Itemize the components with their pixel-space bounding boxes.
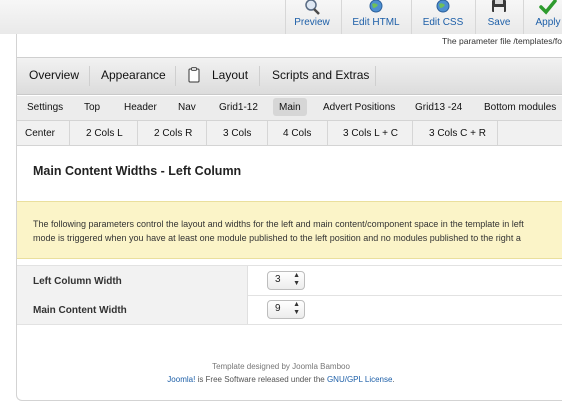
nav-separator (375, 66, 376, 86)
subtab-settings[interactable]: Settings (27, 102, 63, 113)
nav-separator (259, 66, 260, 86)
subnav-separator (497, 121, 498, 145)
toolbar-separator (475, 0, 476, 34)
select-value: 9 (275, 303, 281, 314)
subtab-bottom-modules[interactable]: Bottom modules (484, 102, 556, 113)
subtab-header[interactable]: Header (124, 102, 157, 113)
apply-label: Apply (535, 17, 561, 28)
edit-html-button[interactable]: Edit HTML (346, 0, 406, 34)
subtab-center[interactable]: Center (25, 128, 55, 139)
toolbar: Preview Edit HTML Edit CSS Save Apply (0, 0, 562, 34)
footer-middle-text: is Free Software released under the (195, 375, 327, 384)
subtab-grid1-12[interactable]: Grid1-12 (219, 102, 258, 113)
apply-button[interactable]: Apply (528, 0, 562, 34)
subtab-grid13-24[interactable]: Grid13 -24 (415, 102, 462, 113)
subtab-advert-positions[interactable]: Advert Positions (323, 102, 395, 113)
select-value: 3 (275, 274, 281, 285)
tab-scripts-and-extras[interactable]: Scripts and Extras (272, 68, 369, 82)
magnifier-icon (305, 0, 320, 15)
subnav-separator (69, 121, 70, 145)
layout-subnav: Center 2 Cols L 2 Cols R 3 Cols 4 Cols 3… (17, 121, 562, 146)
footer-end: . (392, 375, 395, 384)
main-content-width-label: Main Content Width (33, 305, 127, 316)
checkmark-icon (539, 0, 557, 15)
main-content-width-select[interactable]: 9 ▲ ▼ (267, 300, 305, 319)
save-button[interactable]: Save (480, 0, 518, 34)
param-label-cell: Left Column Width (17, 266, 248, 295)
left-column-width-label: Left Column Width (33, 276, 122, 287)
select-arrows-icon: ▲ ▼ (293, 301, 300, 316)
preview-button[interactable]: Preview (288, 0, 336, 34)
notice-text: The following parameters control the lay… (33, 217, 562, 245)
subtab-3-cols[interactable]: 3 Cols (223, 128, 251, 139)
footer-license: Joomla! is Free Software released under … (0, 375, 562, 384)
globe-icon (369, 0, 383, 13)
notice-line-2: mode is triggered when you have at least… (33, 233, 521, 243)
save-label: Save (487, 17, 511, 28)
nav-separator (89, 66, 90, 86)
nav-separator (175, 66, 176, 86)
sub-nav: Settings Top Header Nav Grid1-12 Main Ad… (17, 96, 562, 121)
clipboard-icon (188, 67, 200, 83)
subtab-top[interactable]: Top (84, 102, 100, 113)
subtab-3-cols-c-r[interactable]: 3 Cols C + R (429, 128, 486, 139)
edit-css-button[interactable]: Edit CSS (416, 0, 470, 34)
footer-credit: Template designed by Joomla Bamboo (212, 362, 350, 371)
subtab-2-cols-l[interactable]: 2 Cols L (86, 128, 123, 139)
subnav-separator (327, 121, 328, 145)
edit-html-label: Edit HTML (352, 17, 400, 28)
tab-overview[interactable]: Overview (29, 68, 79, 82)
preview-label: Preview (294, 17, 330, 28)
subnav-separator (206, 121, 207, 145)
section-title: Main Content Widths - Left Column (33, 164, 242, 178)
joomla-link[interactable]: Joomla! (167, 375, 195, 384)
subtab-nav[interactable]: Nav (178, 102, 196, 113)
notice-line-1: The following parameters control the lay… (33, 219, 524, 229)
info-notice: The following parameters control the lay… (17, 201, 562, 259)
gnu-gpl-license-link[interactable]: GNU/GPL License (327, 375, 393, 384)
param-row-main-content-width: Main Content Width 9 ▲ ▼ (17, 295, 562, 325)
edit-css-label: Edit CSS (422, 17, 464, 28)
globe-icon (436, 0, 450, 13)
toolbar-separator (341, 0, 342, 34)
left-column-width-select[interactable]: 3 ▲ ▼ (267, 271, 305, 290)
toolbar-separator (285, 0, 286, 34)
subtab-2-cols-r[interactable]: 2 Cols R (154, 128, 192, 139)
select-arrows-icon: ▲ ▼ (293, 272, 300, 287)
subtab-main[interactable]: Main (279, 102, 301, 113)
subnav-separator (412, 121, 413, 145)
main-nav: Overview Appearance Layout Scripts and E… (17, 57, 562, 95)
toolbar-separator (411, 0, 412, 34)
floppy-disk-icon (492, 0, 506, 12)
subtab-4-cols[interactable]: 4 Cols (283, 128, 311, 139)
tab-appearance[interactable]: Appearance (101, 68, 166, 82)
subnav-separator (137, 121, 138, 145)
param-label-cell: Main Content Width (17, 295, 248, 324)
toolbar-separator (523, 0, 524, 34)
tab-layout[interactable]: Layout (212, 68, 248, 82)
subtab-3-cols-l-c[interactable]: 3 Cols L + C (343, 128, 398, 139)
param-row-left-column-width: Left Column Width 3 ▲ ▼ (17, 265, 562, 296)
subnav-separator (267, 121, 268, 145)
parameter-file-note: The parameter file /templates/fo (441, 36, 562, 46)
